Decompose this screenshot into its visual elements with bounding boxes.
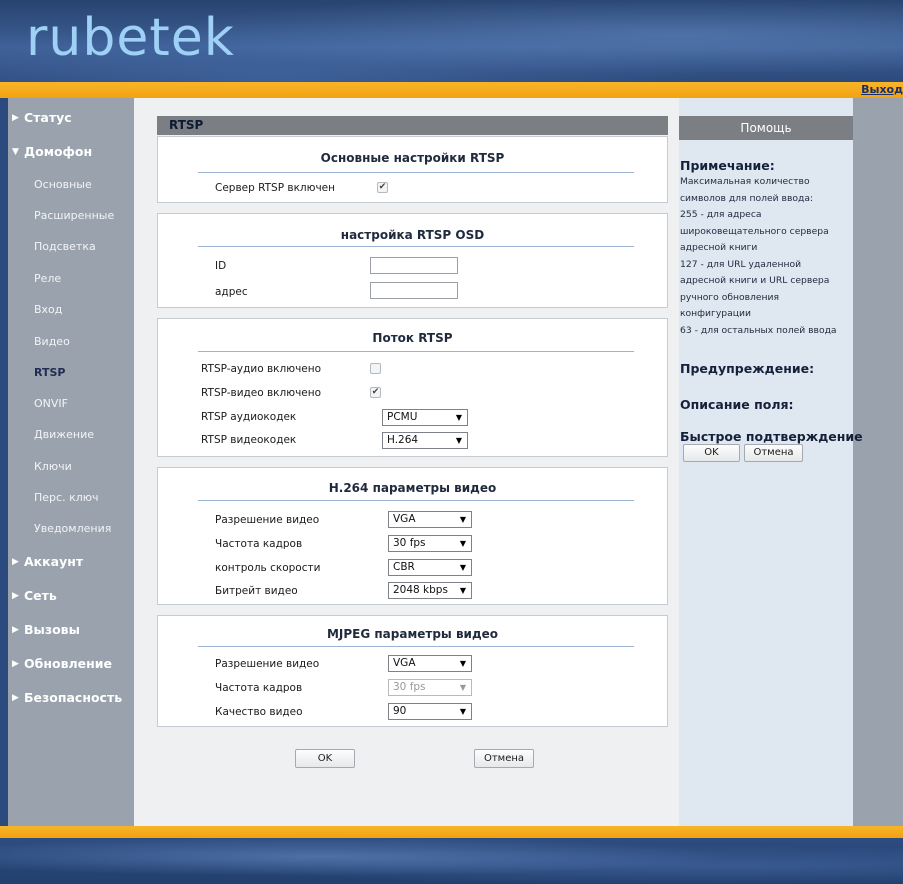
panel-h264: H.264 параметры видео Разрешение видео V… (157, 467, 668, 605)
dropdown-arrow-icon: ▼ (459, 563, 466, 572)
nav-status[interactable]: ▶ Статус (12, 110, 72, 125)
help-note-text: Максимальная количество символов для пол… (680, 176, 837, 336)
osd-id-input[interactable] (370, 257, 458, 274)
rtsp-video-checkbox[interactable]: ✔ (370, 387, 381, 398)
osd-address-input[interactable] (370, 282, 458, 299)
triangle-right-icon: ▶ (12, 113, 19, 123)
osd-id-label: ID (215, 260, 227, 272)
footer-banner (0, 838, 903, 884)
panel-h264-title: H.264 параметры видео (328, 481, 497, 495)
nav-intercom[interactable]: ▼ Домофон (12, 144, 92, 159)
nav-sub-keys[interactable]: Ключи (34, 460, 72, 473)
rtsp-audio-label: RTSP-аудио включено (201, 363, 322, 375)
video-codec-label: RTSP видеокодек (201, 434, 297, 446)
nav-account[interactable]: ▶ Аккаунт (12, 554, 83, 569)
right-gutter (853, 98, 903, 826)
logout-link[interactable]: Выход (861, 82, 903, 98)
divider (198, 646, 634, 647)
bottom-stripe (0, 826, 903, 838)
help-ok-button[interactable]: OK (683, 444, 740, 462)
divider (198, 246, 634, 247)
nav-sub-relay[interactable]: Реле (34, 272, 61, 285)
nav-sub-advanced[interactable]: Расширенные (34, 209, 114, 222)
divider (198, 172, 634, 173)
cancel-button[interactable]: Отмена (474, 749, 534, 768)
panel-mjpeg-title: MJPEG параметры видео (326, 627, 499, 641)
h264-fps-label: Частота кадров (215, 538, 303, 550)
nav-calls[interactable]: ▶ Вызовы (12, 622, 80, 637)
mjpeg-fps-label: Частота кадров (215, 682, 303, 694)
h264-resolution-select[interactable]: VGA ▼ (388, 511, 472, 528)
rubetek-logo: rubetek (26, 8, 235, 68)
panel-osd: настройка RTSP OSD ID адрес (157, 213, 668, 308)
nav-sub-onvif[interactable]: ONVIF (34, 397, 68, 410)
audio-codec-label: RTSP аудиокодек (201, 411, 297, 423)
rtsp-video-label: RTSP-видео включено (201, 387, 322, 399)
triangle-right-icon: ▶ (12, 625, 19, 635)
h264-fps-select[interactable]: 30 fps ▼ (388, 535, 472, 552)
nav-sub-backlight[interactable]: Подсветка (34, 240, 96, 253)
server-enabled-label: Сервер RTSP включен (215, 182, 335, 194)
help-quick-confirm-title: Быстрое подтверждение (680, 429, 863, 444)
page-title: RTSP (157, 116, 668, 135)
panel-mjpeg: MJPEG параметры видео Разрешение видео V… (157, 615, 668, 727)
audio-codec-select[interactable]: PCMU ▼ (382, 409, 468, 426)
help-note-title: Примечание: (680, 158, 775, 173)
dropdown-arrow-icon: ▼ (459, 683, 466, 692)
nav-sub-basic[interactable]: Основные (34, 178, 92, 191)
osd-address-label: адрес (215, 286, 248, 298)
help-field-desc-title: Описание поля: (680, 397, 794, 412)
video-codec-select[interactable]: H.264 ▼ (382, 432, 468, 449)
panel-osd-title: настройка RTSP OSD (340, 228, 485, 242)
triangle-down-icon: ▼ (12, 147, 19, 157)
nav-sub-input[interactable]: Вход (34, 303, 62, 316)
help-warning-title: Предупреждение: (680, 361, 815, 376)
mjpeg-quality-label: Качество видео (215, 706, 303, 718)
divider (198, 351, 634, 352)
dropdown-arrow-icon: ▼ (455, 413, 462, 422)
ok-button[interactable]: OK (295, 749, 355, 768)
dropdown-arrow-icon: ▼ (459, 707, 466, 716)
help-cancel-button[interactable]: Отмена (744, 444, 803, 462)
triangle-right-icon: ▶ (12, 591, 19, 601)
mjpeg-resolution-select[interactable]: VGA ▼ (388, 655, 472, 672)
triangle-right-icon: ▶ (12, 693, 19, 703)
panel-basic-title: Основные настройки RTSP (320, 151, 505, 165)
nav-update[interactable]: ▶ Обновление (12, 656, 112, 671)
dropdown-arrow-icon: ▼ (459, 659, 466, 668)
nav-sub-rtsp[interactable]: RTSP (34, 366, 65, 379)
nav-sub-motion[interactable]: Движение (34, 428, 94, 441)
mjpeg-quality-select[interactable]: 90 ▼ (388, 703, 472, 720)
h264-rate-label: контроль скорости (215, 562, 321, 574)
nav-sub-video[interactable]: Видео (34, 335, 70, 348)
nav-security[interactable]: ▶ Безопасность (12, 690, 122, 705)
header-banner: rubetek (0, 0, 903, 86)
panel-stream-title: Поток RTSP (372, 331, 453, 345)
triangle-right-icon: ▶ (12, 557, 19, 567)
server-enabled-checkbox[interactable]: ✔ (377, 182, 388, 193)
h264-resolution-label: Разрешение видео (215, 514, 320, 526)
mjpeg-fps-select: 30 fps ▼ (388, 679, 472, 696)
dropdown-arrow-icon: ▼ (459, 586, 466, 595)
h264-rate-select[interactable]: CBR ▼ (388, 559, 472, 576)
triangle-right-icon: ▶ (12, 659, 19, 669)
divider (198, 500, 634, 501)
nav-network[interactable]: ▶ Сеть (12, 588, 57, 603)
dropdown-arrow-icon: ▼ (455, 436, 462, 445)
h264-bitrate-select[interactable]: 2048 kbps ▼ (388, 582, 472, 599)
nav-sub-notifications[interactable]: Уведомления (34, 522, 111, 535)
top-stripe (0, 82, 903, 98)
help-header: Помощь (679, 116, 853, 140)
dropdown-arrow-icon: ▼ (459, 539, 466, 548)
nav-sub-personal-key[interactable]: Перс. ключ (34, 491, 99, 504)
rtsp-audio-checkbox[interactable] (370, 363, 381, 374)
panel-stream: Поток RTSP RTSP-аудио включено RTSP-виде… (157, 318, 668, 457)
mjpeg-resolution-label: Разрешение видео (215, 658, 320, 670)
panel-basic: Основные настройки RTSP Сервер RTSP вклю… (157, 136, 668, 203)
h264-bitrate-label: Битрейт видео (215, 585, 298, 597)
dropdown-arrow-icon: ▼ (459, 515, 466, 524)
